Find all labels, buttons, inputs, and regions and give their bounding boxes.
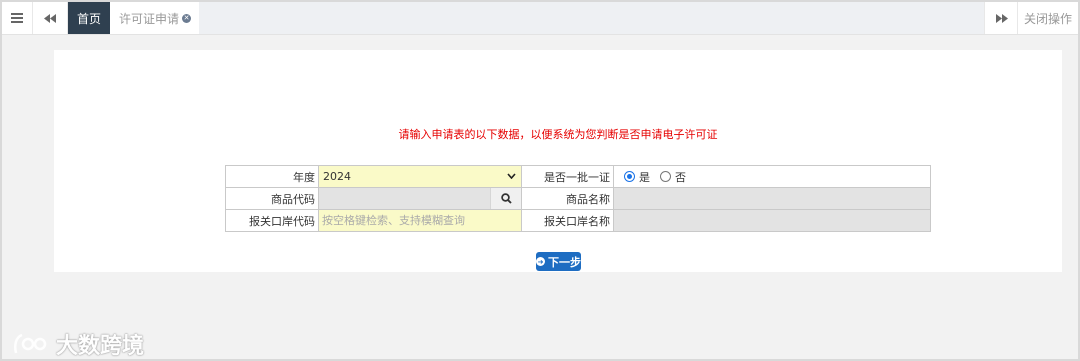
tab-home-label: 首页: [76, 11, 101, 26]
next-step-button[interactable]: ➜ 下一步: [536, 252, 581, 271]
application-form: 年度 2024 是否一批一证 是 否 商品代码 商品名称 报关口岸代码 按空格键…: [225, 165, 931, 232]
tab-permit-label: 许可证申请: [118, 11, 179, 26]
close-circle-icon[interactable]: ✕: [182, 13, 191, 23]
customs-name-label: 报关口岸名称: [521, 209, 614, 232]
main-panel: 请输入申请表的以下数据，以便系统为您判断是否申请电子许可证 年度 2024 是否…: [54, 50, 1062, 272]
watermark-logo: 大数跨境: [12, 328, 144, 360]
watermark-text: 大数跨境: [56, 334, 145, 359]
radio-yes[interactable]: [624, 171, 635, 182]
tab-permit-application[interactable]: 许可证申请 ✕: [112, 2, 198, 34]
batch-radio-group: 是 否: [613, 165, 931, 188]
arrow-right-circle-icon: ➜: [536, 257, 545, 266]
double-left-icon[interactable]: [33, 2, 68, 34]
tab-home[interactable]: 首页: [68, 2, 110, 34]
radio-no-label: 否: [675, 170, 686, 184]
customs-code-label: 报关口岸代码: [225, 209, 319, 232]
goods-code-input[interactable]: [319, 188, 490, 209]
goods-name-label: 商品名称: [521, 187, 614, 210]
radio-no[interactable]: [660, 171, 671, 182]
top-tab-bar: 首页 许可证申请 ✕ 关闭操作: [2, 2, 1078, 35]
radio-yes-label: 是: [639, 170, 650, 184]
tab-strip: [199, 2, 984, 34]
goods-code-cell: [318, 187, 522, 210]
chevron-down-icon: [507, 172, 516, 182]
watermark-logo-icon: [14, 333, 47, 354]
notice-text: 请输入申请表的以下数据，以便系统为您判断是否申请电子许可证: [398, 128, 718, 141]
customs-name-field: [613, 209, 931, 232]
next-step-label: 下一步: [548, 255, 581, 269]
batch-label: 是否一批一证: [521, 165, 614, 188]
year-label: 年度: [225, 165, 319, 188]
customs-code-placeholder: 按空格键检索、支持模糊查询: [322, 214, 465, 227]
close-operations-button[interactable]: 关闭操作: [1017, 2, 1078, 34]
search-icon[interactable]: [490, 188, 521, 209]
goods-name-field: [613, 187, 931, 210]
year-value: 2024: [323, 170, 351, 183]
goods-code-label: 商品代码: [225, 187, 319, 210]
hamburger-icon[interactable]: [2, 2, 33, 34]
double-right-icon[interactable]: [984, 2, 1018, 34]
customs-code-input[interactable]: 按空格键检索、支持模糊查询: [318, 209, 522, 232]
year-select[interactable]: 2024: [318, 165, 522, 188]
